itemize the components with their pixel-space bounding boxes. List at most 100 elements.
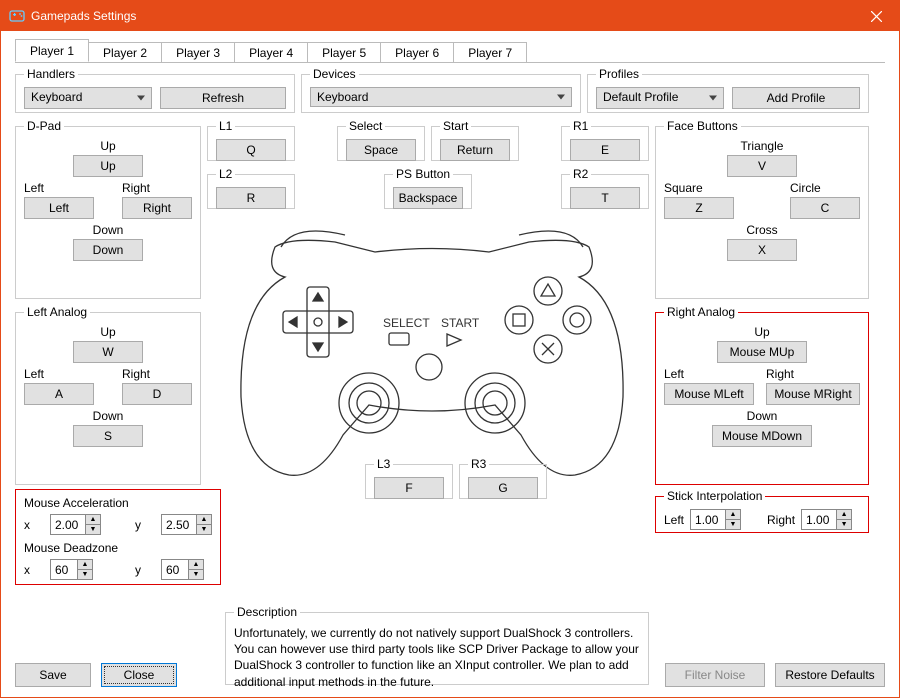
restore-defaults-button[interactable]: Restore Defaults [775,663,885,687]
up-arrow-icon[interactable]: ▲ [197,515,211,525]
down-arrow-icon[interactable]: ▼ [837,520,851,529]
mousedz-y-label: y [135,563,141,577]
save-button[interactable]: Save [15,663,91,687]
up-arrow-icon[interactable]: ▲ [837,510,851,520]
l2-legend: L2 [216,167,235,181]
tab-player-1[interactable]: Player 1 [15,39,89,62]
dpad-down-button[interactable]: Down [73,239,143,261]
tab-player-5[interactable]: Player 5 [307,42,381,62]
mouse-dz-legend: Mouse Deadzone [24,541,212,555]
close-button[interactable]: Close [101,663,177,687]
up-arrow-icon[interactable]: ▲ [189,560,203,570]
l3-button[interactable]: F [374,477,444,499]
stick-left-spinner[interactable]: ▲▼ [690,509,741,530]
ra-left-label: Left [664,367,684,381]
la-up-label: Up [100,325,115,339]
stick-right-spinner[interactable]: ▲▼ [801,509,852,530]
down-arrow-icon[interactable]: ▼ [86,525,100,534]
tab-player-6[interactable]: Player 6 [380,42,454,62]
tab-player-7[interactable]: Player 7 [453,42,527,62]
r1-group: R1 E [561,119,649,161]
tab-player-2[interactable]: Player 2 [88,42,162,62]
filter-noise-button[interactable]: Filter Noise [665,663,765,687]
devices-select[interactable]: Keyboard [310,87,572,107]
stick-right-input[interactable] [802,510,836,529]
tab-player-4[interactable]: Player 4 [234,42,308,62]
triangle-label: Triangle [741,139,784,153]
down-arrow-icon[interactable]: ▼ [726,520,740,529]
handlers-group: Handlers Keyboard Refresh [15,67,295,113]
cross-label: Cross [746,223,777,237]
l2-group: L2 R [207,167,295,209]
ra-down-button[interactable]: Mouse MDown [712,425,812,447]
r1-legend: R1 [570,119,591,133]
tabstrip: Player 1 Player 2 Player 3 Player 4 Play… [15,41,885,63]
dpad-up-label: Up [100,139,115,153]
ra-right-button[interactable]: Mouse MRight [766,383,860,405]
circle-label: Circle [790,181,821,195]
square-button[interactable]: Z [664,197,734,219]
select-button[interactable]: Space [346,139,416,161]
ra-up-button[interactable]: Mouse MUp [717,341,807,363]
ps-button[interactable]: Backspace [393,187,463,209]
la-left-button[interactable]: A [24,383,94,405]
dpad-right-label: Right [122,181,150,195]
handlers-select[interactable]: Keyboard [24,87,152,109]
tab-player-3[interactable]: Player 3 [161,42,235,62]
ra-left-button[interactable]: Mouse MLeft [664,383,754,405]
ps-button-legend: PS Button [393,167,453,181]
down-arrow-icon[interactable]: ▼ [189,570,203,579]
cross-button[interactable]: X [727,239,797,261]
mouseacc-x-spinner[interactable]: ▲▼ [50,514,101,535]
svg-text:SELECT: SELECT [383,316,430,330]
mouseacc-y-spinner[interactable]: ▲▼ [161,514,212,535]
profiles-legend: Profiles [596,67,642,81]
dpad-right-button[interactable]: Right [122,197,192,219]
up-arrow-icon[interactable]: ▲ [86,515,100,525]
stick-right-label: Right [767,513,795,527]
titlebar: Gamepads Settings [1,1,899,31]
mousedz-y-spinner[interactable]: ▲▼ [161,559,204,580]
l1-group: L1 Q [207,119,295,161]
profiles-select[interactable]: Default Profile [596,87,724,109]
triangle-button[interactable]: V [727,155,797,177]
circle-button[interactable]: C [790,197,860,219]
r1-button[interactable]: E [570,139,640,161]
select-legend: Select [346,119,385,133]
dpad-up-button[interactable]: Up [73,155,143,177]
r2-group: R2 T [561,167,649,209]
add-profile-button[interactable]: Add Profile [732,87,860,109]
r3-button[interactable]: G [468,477,538,499]
refresh-button[interactable]: Refresh [160,87,286,109]
down-arrow-icon[interactable]: ▼ [197,525,211,534]
l1-button[interactable]: Q [216,139,286,161]
mousedz-y-input[interactable] [162,560,188,579]
l2-button[interactable]: R [216,187,286,209]
mousedz-x-input[interactable] [51,560,77,579]
window-close-button[interactable] [853,1,899,31]
up-arrow-icon[interactable]: ▲ [78,560,92,570]
la-right-button[interactable]: D [122,383,192,405]
dpad-left-label: Left [24,181,44,195]
dpad-left-button[interactable]: Left [24,197,94,219]
mouseacc-y-input[interactable] [162,515,196,534]
left-analog-legend: Left Analog [24,305,90,319]
controller-diagram: SELECT START [225,217,639,487]
down-arrow-icon[interactable]: ▼ [78,570,92,579]
left-analog-group: Left Analog Up W Left A Right D Down S [15,305,201,485]
mouse-panel: Mouse Acceleration x ▲▼ y ▲▼ Mouse Deadz… [15,489,221,585]
r3-group: R3 G [459,457,547,499]
description-text: Unfortunately, we currently do not nativ… [234,625,640,690]
up-arrow-icon[interactable]: ▲ [726,510,740,520]
r3-legend: R3 [468,457,489,471]
la-up-button[interactable]: W [73,341,143,363]
client-area: Player 1 Player 2 Player 3 Player 4 Play… [1,31,899,697]
mousedz-x-spinner[interactable]: ▲▼ [50,559,93,580]
profiles-group: Profiles Default Profile Add Profile [587,67,869,113]
la-down-button[interactable]: S [73,425,143,447]
stick-left-input[interactable] [691,510,725,529]
start-group: Start Return [431,119,519,161]
start-button[interactable]: Return [440,139,510,161]
mouseacc-x-input[interactable] [51,515,85,534]
r2-button[interactable]: T [570,187,640,209]
